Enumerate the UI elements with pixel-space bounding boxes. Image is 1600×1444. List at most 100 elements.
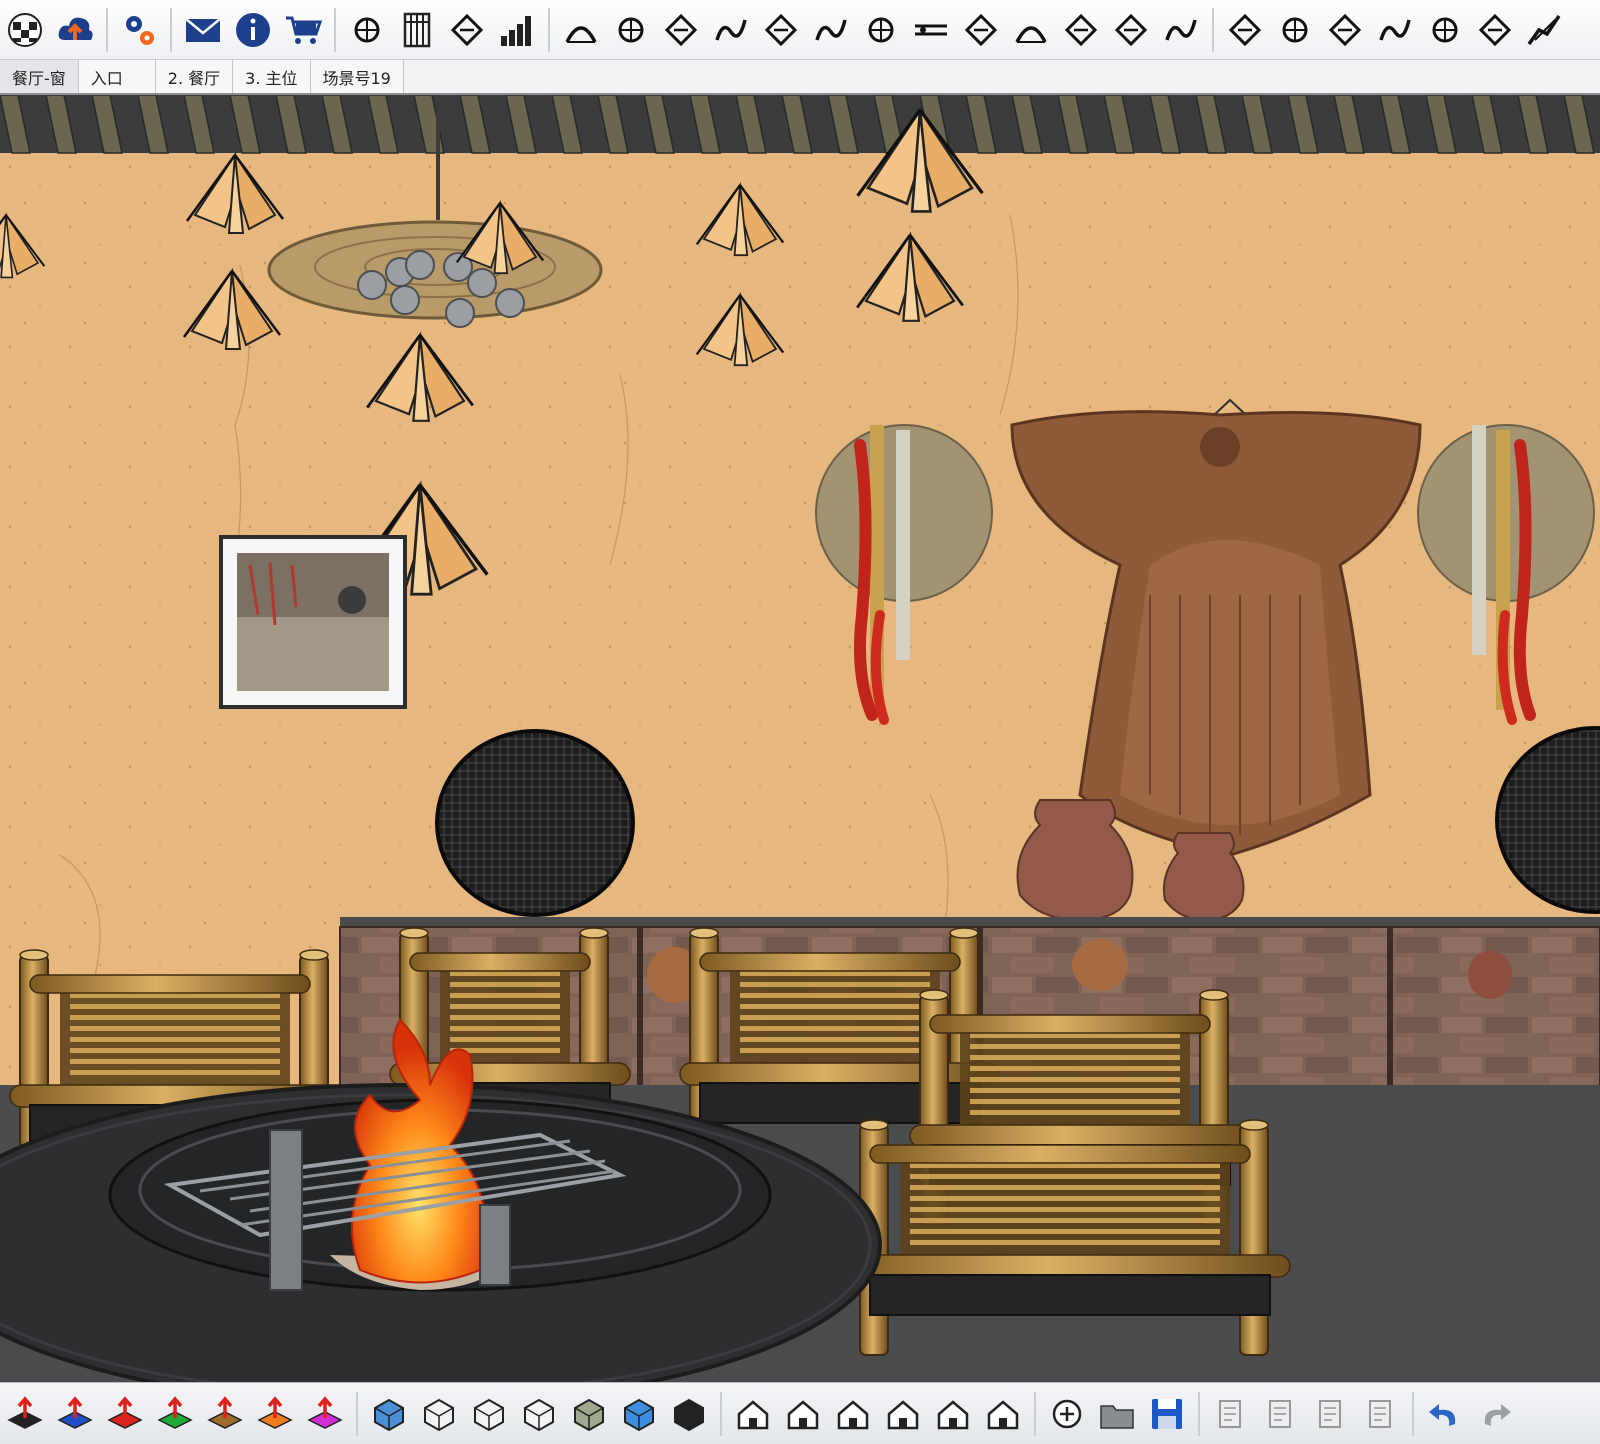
push-up-red-button[interactable] [102, 1389, 148, 1439]
tile-arrow-button[interactable] [1058, 5, 1104, 55]
paste-icon [1319, 1399, 1341, 1428]
view-textured-icon [624, 1398, 654, 1431]
view-wireframe-button[interactable] [466, 1389, 512, 1439]
pen-circle-icon [964, 13, 998, 46]
wave-icon [1328, 13, 1362, 46]
woven-basket-left [435, 729, 635, 917]
globe-checker-button[interactable] [2, 5, 48, 55]
push-up-orange-button[interactable] [252, 1389, 298, 1439]
layers-button[interactable] [1158, 5, 1204, 55]
door-panel-button[interactable] [1108, 5, 1154, 55]
rotate-icon [815, 19, 847, 41]
view-box-wire-button[interactable] [416, 1389, 462, 1439]
info-button[interactable] [230, 5, 276, 55]
scene-tab-1[interactable]: 餐厅-窗 [0, 60, 79, 93]
toolbar-separator [356, 1391, 358, 1436]
erase-icon [1369, 1399, 1391, 1428]
view-hidden-line-button[interactable] [516, 1389, 562, 1439]
paste-button[interactable] [1308, 1389, 1354, 1439]
push-up-red-icon [107, 1395, 143, 1429]
cloud-upload-button[interactable] [52, 5, 98, 55]
cart-button[interactable] [280, 5, 326, 55]
view-shaded-icon [574, 1398, 604, 1431]
rotate-button[interactable] [808, 5, 854, 55]
spiral-button[interactable] [1372, 5, 1418, 55]
open-folder-icon [1100, 1404, 1134, 1429]
push-up-magenta-button[interactable] [302, 1389, 348, 1439]
redo-icon [1484, 1403, 1511, 1426]
joint-button[interactable] [858, 5, 904, 55]
arch-button[interactable] [758, 5, 804, 55]
bar-chart-button[interactable] [494, 5, 540, 55]
robot-arm-icon [565, 25, 597, 43]
view-mono-button[interactable] [666, 1389, 712, 1439]
align-lines-button[interactable] [608, 5, 654, 55]
box-tray-icon [915, 24, 947, 35]
zoom-plus-icon [1052, 1399, 1082, 1428]
window-frame-icon [403, 12, 431, 47]
zoom-plus-button[interactable] [1044, 1389, 1090, 1439]
model-viewport[interactable] [0, 95, 1600, 1382]
top-toolbar [0, 0, 1600, 60]
toolbar-separator [170, 7, 172, 52]
scene-render [0, 95, 1600, 1382]
mail-icon [185, 17, 221, 42]
bend-arrow-button[interactable] [658, 5, 704, 55]
view-back-button[interactable] [930, 1389, 976, 1439]
pen-circle-button[interactable] [958, 5, 1004, 55]
bar-chart-icon [501, 15, 531, 46]
branch-button[interactable] [708, 5, 754, 55]
view-shaded-button[interactable] [566, 1389, 612, 1439]
ramp-button[interactable] [444, 5, 490, 55]
railing-button[interactable] [1522, 5, 1568, 55]
view-mono-icon [674, 1398, 704, 1431]
stair-icon [354, 17, 380, 42]
bottom-toolbar [0, 1382, 1600, 1444]
box-tray-button[interactable] [908, 5, 954, 55]
redo-button[interactable] [1472, 1389, 1518, 1439]
branch-icon [715, 19, 747, 41]
undo-button[interactable] [1422, 1389, 1468, 1439]
view-hidden-line-icon [524, 1398, 554, 1431]
save-button[interactable] [1144, 1389, 1190, 1439]
push-up-brown-button[interactable] [202, 1389, 248, 1439]
push-up-green-button[interactable] [152, 1389, 198, 1439]
tile-arrow-icon [1064, 13, 1098, 46]
comb-button[interactable] [1472, 5, 1518, 55]
copy-button[interactable] [1258, 1389, 1304, 1439]
wave-button[interactable] [1322, 5, 1368, 55]
scene-tabs: 餐厅-窗 入口 2. 餐厅 3. 主位 场景号19 [0, 60, 1600, 95]
view-textured-button[interactable] [616, 1389, 662, 1439]
scene-tab-2[interactable]: 入口 [78, 60, 156, 93]
scene-tab-4[interactable]: 3. 主位 [233, 60, 311, 93]
cut-button[interactable] [1208, 1389, 1254, 1439]
curve-arch-button[interactable] [1222, 5, 1268, 55]
open-folder-button[interactable] [1094, 1389, 1140, 1439]
robot-arm-button[interactable] [558, 5, 604, 55]
push-down-black-button[interactable] [2, 1389, 48, 1439]
push-up-blue-button[interactable] [52, 1389, 98, 1439]
view-box-wire-icon [424, 1398, 454, 1431]
comb-icon [1478, 13, 1512, 46]
gear-cluster-button[interactable] [116, 5, 162, 55]
view-front-button[interactable] [830, 1389, 876, 1439]
mail-button[interactable] [180, 5, 226, 55]
view-left-button[interactable] [980, 1389, 1026, 1439]
wedge-button[interactable] [1422, 5, 1468, 55]
view-right-icon [887, 1399, 919, 1429]
push-up-blue-icon [57, 1395, 93, 1429]
view-front-icon [837, 1399, 869, 1429]
scene-tab-5[interactable]: 场景号19 [310, 60, 404, 93]
view-iso-house-button[interactable] [730, 1389, 776, 1439]
tile-grid-button[interactable] [1008, 5, 1054, 55]
stair-button[interactable] [344, 5, 390, 55]
push-up-magenta-icon [307, 1395, 343, 1429]
view-top-button[interactable] [780, 1389, 826, 1439]
scene-tab-3[interactable]: 2. 餐厅 [155, 60, 234, 93]
erase-button[interactable] [1358, 1389, 1404, 1439]
view-right-button[interactable] [880, 1389, 926, 1439]
view-box-blue-button[interactable] [366, 1389, 412, 1439]
chain-button[interactable] [1272, 5, 1318, 55]
window-frame-button[interactable] [394, 5, 440, 55]
railing-icon [1527, 14, 1561, 45]
